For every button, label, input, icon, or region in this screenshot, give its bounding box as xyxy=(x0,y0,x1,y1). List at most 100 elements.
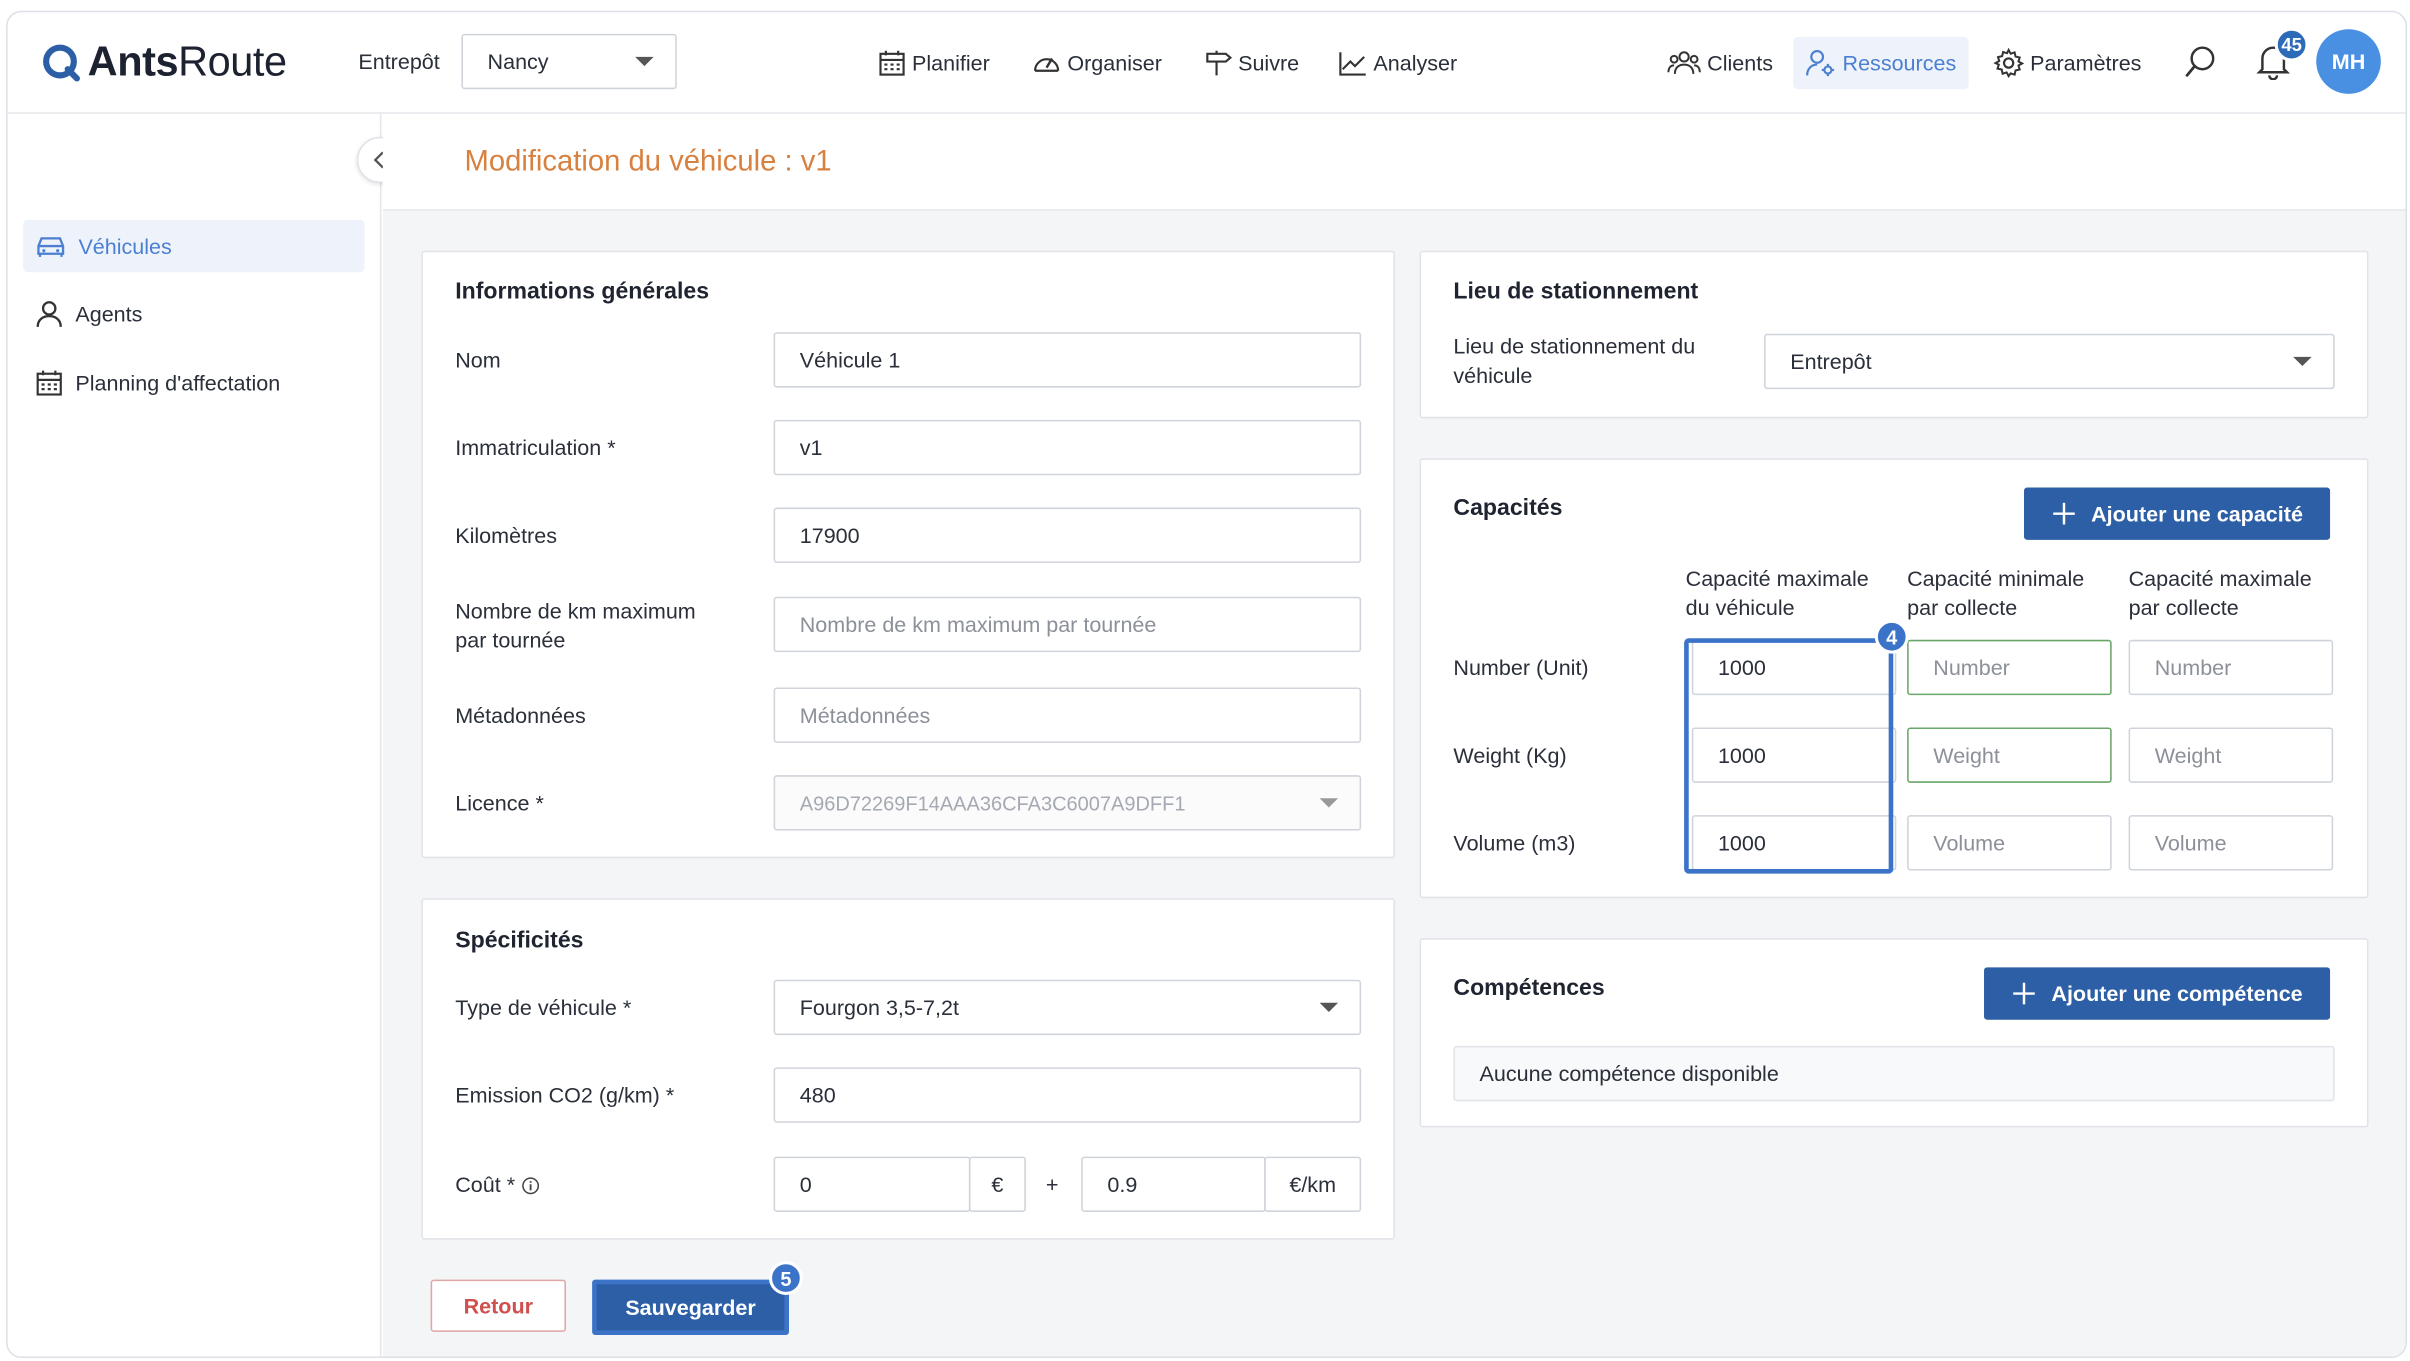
capacity-max-collect-input[interactable]: Number xyxy=(2128,639,2334,696)
km-max-input[interactable]: Nombre de km maximum par tournée xyxy=(773,596,1362,653)
co2-input[interactable]: 480 xyxy=(773,1067,1362,1123)
stationnement-card: Lieu de stationnement Lieu de stationnem… xyxy=(1419,250,2369,419)
metadonnees-input[interactable]: Métadonnées xyxy=(773,687,1362,743)
step-badge-4: 4 xyxy=(1874,619,1909,654)
capacity-row-label: Volume (m3) xyxy=(1453,830,1576,856)
competences-title: Compétences xyxy=(1453,975,1605,1002)
nom-input[interactable]: Véhicule 1 xyxy=(773,332,1362,388)
licence-select[interactable]: A96D72269F14AAA36CFA3C6007A9DFF1 xyxy=(773,775,1362,831)
capacity-max-collect-input[interactable]: Weight xyxy=(2128,727,2334,783)
immatriculation-label: Immatriculation * xyxy=(455,435,616,460)
back-button[interactable]: Retour xyxy=(430,1279,566,1332)
user-avatar[interactable]: MH xyxy=(2316,29,2381,94)
nav-analyser[interactable]: Analyser xyxy=(1338,45,1457,82)
col-head-max-vehicule-line1: Capacité maximale xyxy=(1685,565,1869,591)
sidebar-item-agents[interactable]: Agents xyxy=(23,288,364,340)
nav-planifier[interactable]: Planifier xyxy=(878,45,990,82)
col-head-max-collecte-line1: Capacité maximale xyxy=(2128,565,2312,591)
sidebar-item-label: Agents xyxy=(75,301,143,327)
stationnement-select[interactable]: Entrepôt xyxy=(1764,333,2335,390)
info-icon[interactable] xyxy=(521,1176,539,1194)
search-icon[interactable] xyxy=(2184,45,2218,87)
top-header: AntsRoute Entrepôt Nancy Planifier Organ… xyxy=(7,12,2406,114)
add-competence-button[interactable]: Ajouter une compétence xyxy=(1984,967,2331,1020)
kilometres-input[interactable]: 17900 xyxy=(773,507,1362,563)
col-head-min-collecte: Capacité minimale par collecte xyxy=(1907,564,2084,622)
step-badge-5: 5 xyxy=(769,1261,803,1295)
cout-label-text: Coût * xyxy=(455,1171,516,1197)
plus-icon xyxy=(2012,982,2035,1005)
chevron-down-icon xyxy=(635,56,654,67)
cout-km-input[interactable]: 0.9 xyxy=(1081,1156,1266,1212)
page-title: Modification du véhicule : v1 xyxy=(464,146,832,179)
capacity-max-collect-input[interactable]: Volume xyxy=(2128,815,2334,871)
licence-label: Licence * xyxy=(455,790,544,816)
warehouse-value: Nancy xyxy=(487,49,549,74)
km-max-label-line2: par tournée xyxy=(455,627,566,653)
capacity-min-collect-input[interactable]: Volume xyxy=(1907,815,2112,871)
col-head-max-vehicule-line2: du véhicule xyxy=(1685,595,1795,620)
nav-parametres[interactable]: Paramètres xyxy=(1993,45,2141,82)
co2-label: Emission CO2 (g/km) * xyxy=(455,1082,675,1108)
nom-label: Nom xyxy=(455,347,501,373)
car-icon xyxy=(37,237,65,257)
nav-planifier-label: Planifier xyxy=(912,50,990,76)
nav-ressources[interactable]: Ressources xyxy=(1793,36,1969,90)
stationnement-label-line1: Lieu de stationnement du xyxy=(1453,333,1696,359)
cout-fixe-input[interactable]: 0 xyxy=(773,1156,971,1212)
add-capacity-label: Ajouter une capacité xyxy=(2091,501,2303,526)
chevron-down-icon xyxy=(1319,798,1339,808)
calendar-icon xyxy=(879,50,905,76)
title-bar: Modification du véhicule : v1 xyxy=(382,113,2406,211)
type-vehicule-label: Type de véhicule * xyxy=(455,995,632,1020)
stationnement-value: Entrepôt xyxy=(1790,349,1872,374)
save-button[interactable]: Sauvegarder xyxy=(592,1279,789,1335)
capacity-min-collect-input[interactable]: Weight xyxy=(1907,727,2112,783)
nav-organiser-label: Organiser xyxy=(1067,50,1162,76)
nav-clients[interactable]: Clients xyxy=(1667,45,1773,82)
capacites-title: Capacités xyxy=(1453,495,1563,522)
sidebar-item-vehicules[interactable]: Véhicules xyxy=(23,219,365,273)
cout-fixe-unit: € xyxy=(968,1156,1026,1212)
general-info-card: Informations générales Nom Véhicule 1 Im… xyxy=(421,250,1395,859)
logo-icon xyxy=(43,43,80,81)
competences-empty-state: Aucune compétence disponible xyxy=(1453,1045,2335,1102)
chevron-down-icon xyxy=(1319,1002,1339,1013)
gauge-icon xyxy=(1033,57,1060,72)
capacity-min-collect-input[interactable]: Number xyxy=(1907,639,2112,696)
competences-card: Compétences Ajouter une compétence Aucun… xyxy=(1419,938,2369,1128)
add-competence-label: Ajouter une compétence xyxy=(2051,981,2303,1006)
sidebar: Véhicules Agents Planning d'affectation xyxy=(7,113,382,1357)
signpost-icon xyxy=(1206,50,1232,76)
nav-clients-label: Clients xyxy=(1707,50,1774,76)
capacites-card: Capacités Ajouter une capacité Capacité … xyxy=(1419,458,2369,899)
nav-analyser-label: Analyser xyxy=(1373,50,1458,76)
stationnement-label-line2: véhicule xyxy=(1453,362,1533,388)
nav-suivre-label: Suivre xyxy=(1238,50,1300,76)
capacity-row-label: Number (Unit) xyxy=(1453,655,1589,680)
km-max-label: Nombre de km maximum par tournée xyxy=(455,597,696,655)
sidebar-item-label: Planning d'affectation xyxy=(75,370,281,396)
warehouse-select[interactable]: Nancy xyxy=(461,33,677,90)
nav-suivre[interactable]: Suivre xyxy=(1204,45,1299,82)
add-capacity-button[interactable]: Ajouter une capacité xyxy=(2024,487,2331,540)
col-head-max-vehicule: Capacité maximale du véhicule xyxy=(1686,564,1869,622)
licence-value: A96D72269F14AAA36CFA3C6007A9DFF1 xyxy=(799,791,1186,815)
app-window: AntsRoute Entrepôt Nancy Planifier Organ… xyxy=(6,10,2407,1359)
stationnement-label: Lieu de stationnement du véhicule xyxy=(1453,332,1695,390)
kilometres-label: Kilomètres xyxy=(455,522,557,548)
stationnement-title: Lieu de stationnement xyxy=(1453,278,1699,305)
nav-parametres-label: Paramètres xyxy=(2030,50,2142,76)
col-head-min-collecte-line2: par collecte xyxy=(1907,595,2018,620)
plus-icon xyxy=(2052,502,2075,525)
km-max-label-line1: Nombre de km maximum xyxy=(455,598,696,623)
sidebar-item-planning[interactable]: Planning d'affectation xyxy=(23,357,364,409)
type-vehicule-select[interactable]: Fourgon 3,5-7,2t xyxy=(773,979,1362,1036)
immatriculation-input[interactable]: v1 xyxy=(773,419,1362,476)
highlight-max-vehicle-column xyxy=(1684,638,1894,874)
antsroute-logo[interactable]: AntsRoute xyxy=(42,38,287,86)
nav-organiser[interactable]: Organiser xyxy=(1032,45,1162,82)
notification-badge: 45 xyxy=(2274,27,2309,62)
metadonnees-label: Métadonnées xyxy=(455,702,586,728)
warehouse-label: Entrepôt xyxy=(358,49,440,74)
